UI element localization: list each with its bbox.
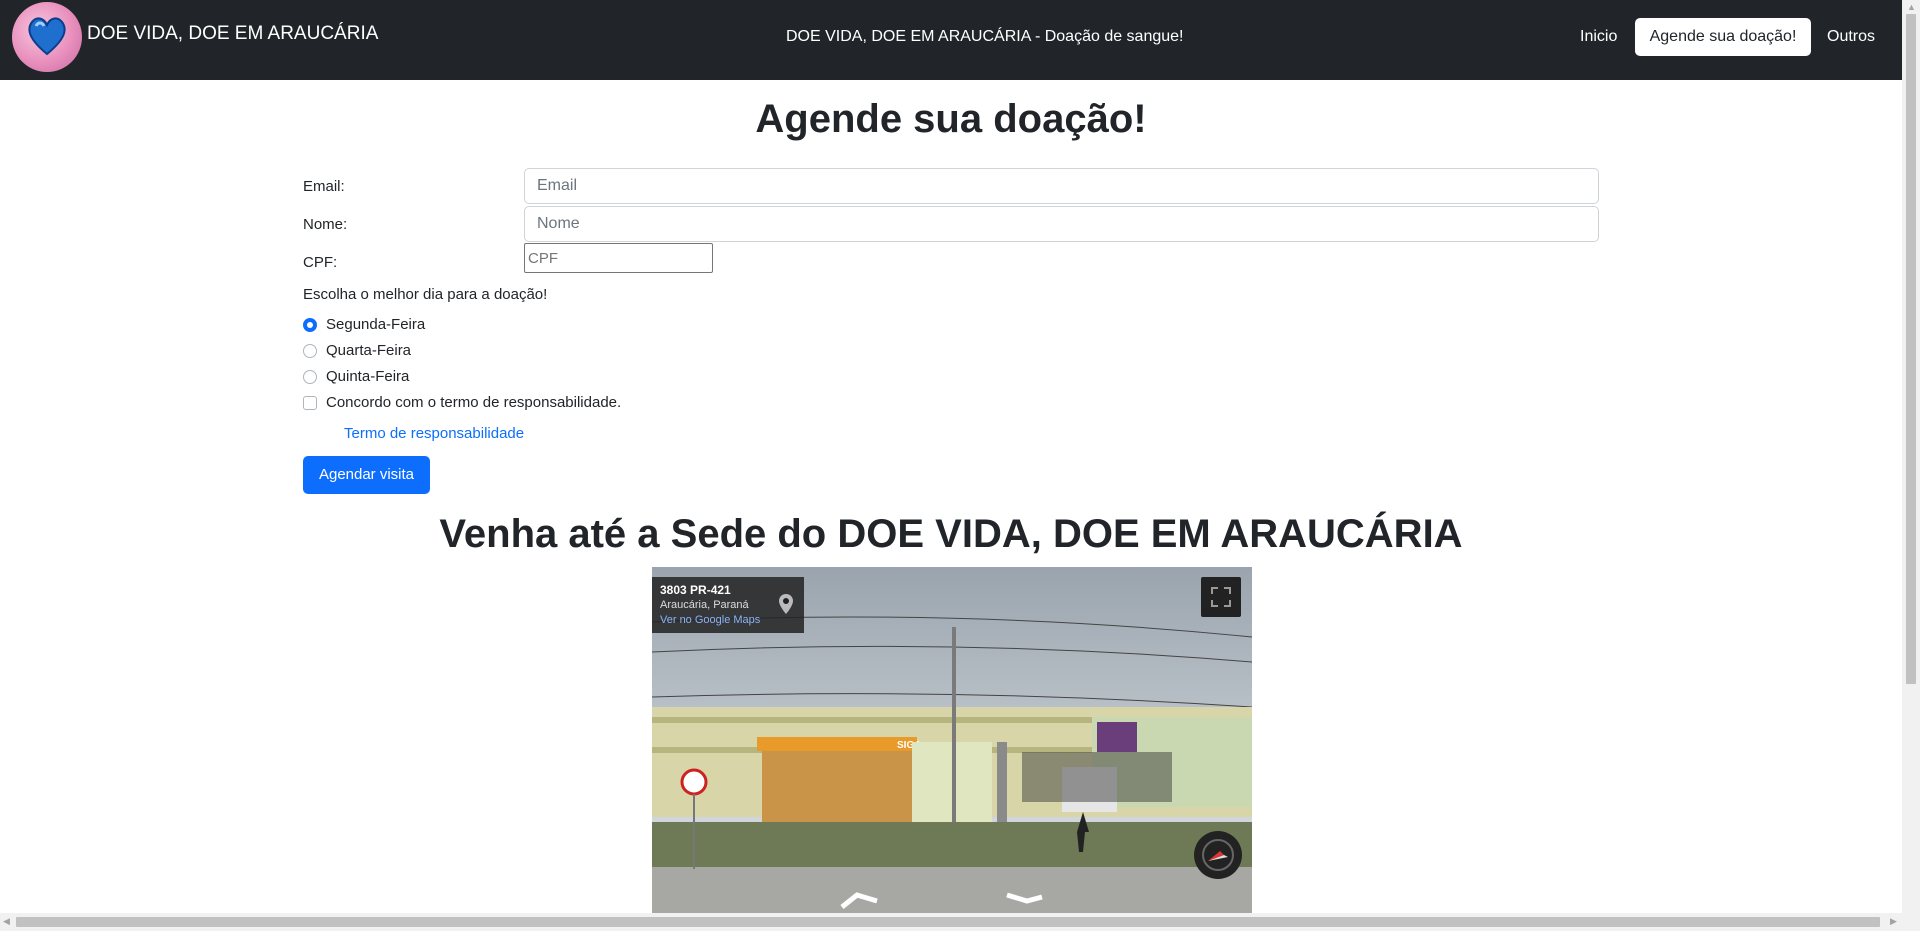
- form-title: Agende sua doação!: [755, 97, 1147, 141]
- day-prompt: Escolha o melhor dia para a doação!: [303, 286, 548, 303]
- nome-label: Nome:: [303, 216, 348, 233]
- radio-button[interactable]: [303, 343, 317, 358]
- cpf-label: CPF:: [303, 254, 338, 271]
- agree-checkbox-row[interactable]: Concordo com o termo de responsabilidade…: [303, 394, 621, 411]
- location-title: Venha até a Sede do DOE VIDA, DOE EM ARA…: [439, 512, 1463, 556]
- streetview-embed[interactable]: SIGA 3803 PR-421 Araucária, Paraná Ver n…: [652, 567, 1252, 914]
- heart-logo-icon[interactable]: [12, 2, 82, 72]
- vertical-scrollbar-thumb[interactable]: [1906, 14, 1916, 684]
- streetview-address: 3803 PR-421: [660, 583, 731, 597]
- day-option-quarta[interactable]: Quarta-Feira: [303, 342, 411, 359]
- horizontal-scrollbar[interactable]: ◀ ▶: [0, 913, 1902, 931]
- scroll-right-icon[interactable]: ▶: [1890, 916, 1897, 927]
- email-field[interactable]: [524, 168, 1599, 204]
- email-label: Email:: [303, 178, 345, 195]
- nav-link-inicio[interactable]: Inicio: [1580, 28, 1617, 46]
- scroll-left-icon[interactable]: ◀: [3, 916, 10, 927]
- navbar-subtitle: DOE VIDA, DOE EM ARAUCÁRIA - Doação de s…: [786, 28, 1184, 45]
- navbar: DOE VIDA, DOE EM ARAUCÁRIA DOE VIDA, DOE…: [0, 0, 1902, 80]
- brand-title[interactable]: DOE VIDA, DOE EM ARAUCÁRIA: [87, 23, 378, 45]
- schedule-visit-button[interactable]: Agendar visita: [303, 456, 430, 494]
- nome-field[interactable]: [524, 206, 1599, 242]
- nav-link-outros[interactable]: Outros: [1827, 28, 1875, 46]
- terms-link[interactable]: Termo de responsabilidade: [344, 425, 524, 442]
- day-option-label: Segunda-Feira: [326, 316, 426, 333]
- scroll-up-icon[interactable]: ▲: [1907, 2, 1916, 12]
- streetview-info-card: 3803 PR-421 Araucária, Paraná Ver no Goo…: [652, 577, 804, 633]
- day-option-label: Quinta-Feira: [326, 368, 410, 385]
- fullscreen-icon[interactable]: [1201, 577, 1241, 617]
- day-option-label: Quarta-Feira: [326, 342, 412, 359]
- map-pin-icon[interactable]: [779, 594, 793, 614]
- day-option-segunda[interactable]: Segunda-Feira: [303, 316, 425, 333]
- horizontal-scrollbar-thumb[interactable]: [16, 917, 1880, 927]
- vertical-scrollbar[interactable]: ▲: [1902, 0, 1920, 931]
- view-on-google-maps-link[interactable]: Ver no Google Maps: [660, 614, 760, 626]
- cpf-field[interactable]: [524, 243, 713, 273]
- radio-button[interactable]: [303, 317, 317, 332]
- day-option-quinta[interactable]: Quinta-Feira: [303, 368, 409, 385]
- nav-link-agende[interactable]: Agende sua doação!: [1635, 18, 1811, 56]
- agree-label: Concordo com o termo de responsabilidade…: [326, 394, 622, 411]
- compass-icon[interactable]: [1194, 831, 1242, 879]
- radio-button[interactable]: [303, 369, 317, 384]
- agree-checkbox[interactable]: [303, 395, 317, 410]
- streetview-city: Araucária, Paraná: [660, 599, 749, 611]
